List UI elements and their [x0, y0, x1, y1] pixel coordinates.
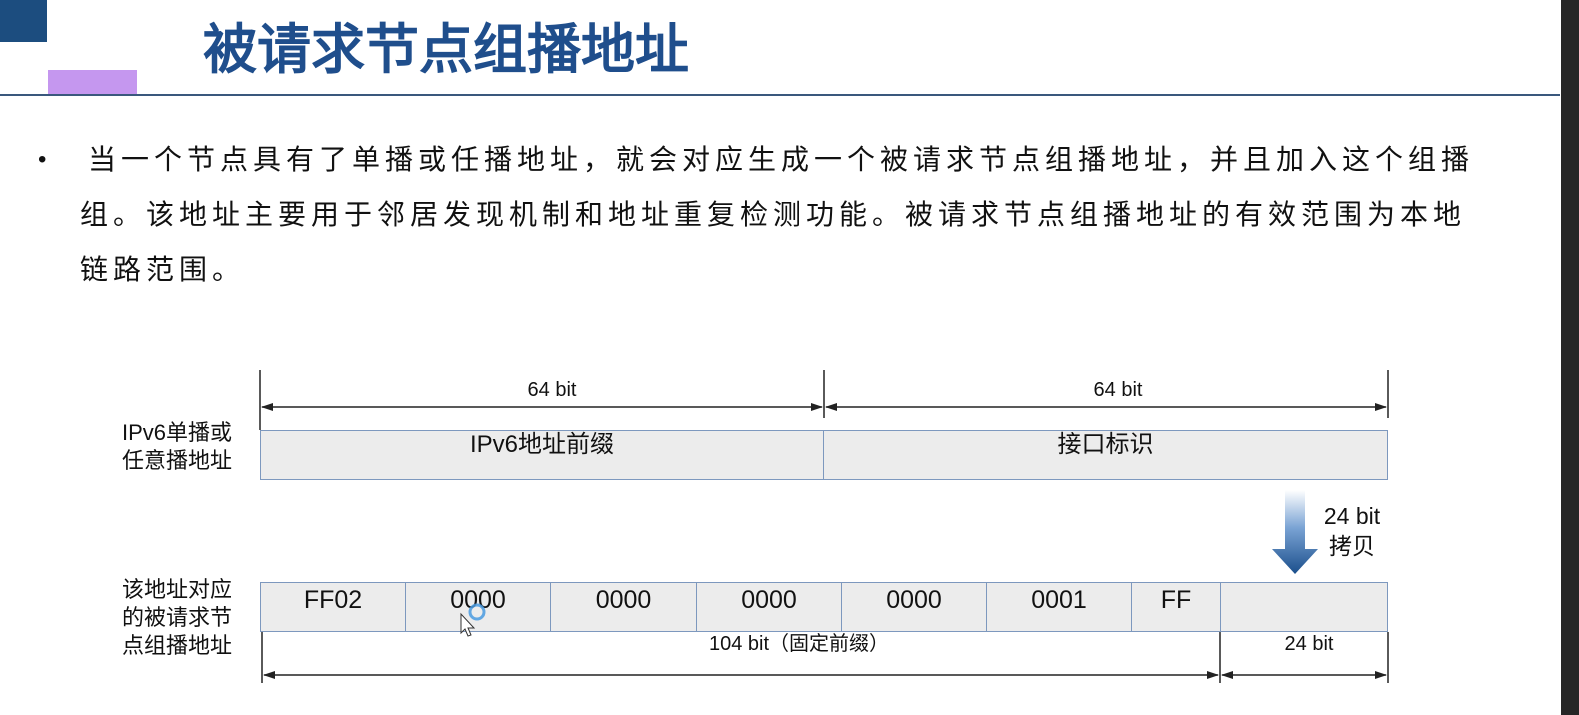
slide-accent-bar [48, 70, 137, 95]
address-field: FF02 [261, 583, 406, 631]
bullet-text-line: 组。该地址主要用于邻居发现机制和地址重复检测功能。被请求节点组播地址的有效范围为… [80, 199, 1467, 231]
slide-title: 被请求节点组播地址 [203, 18, 689, 81]
prefix-dimension-arrow [261, 403, 823, 411]
bullet-text-line: 链路范围。 [80, 254, 246, 286]
arrowhead [825, 403, 837, 411]
fixed-prefix-dimension-arrow [263, 671, 1219, 679]
interface-id-dimension-arrow [825, 403, 1387, 411]
copied-bits-dimension-arrow [1221, 671, 1387, 679]
address-field: 0000 [551, 583, 697, 631]
copy-step-label: 24 bit 拷贝 [1312, 501, 1392, 561]
ipv6-prefix-field: IPv6地址前缀 [261, 431, 824, 479]
bullet-text-line: 当一个节点具有了单播或任播地址，就会对应生成一个被请求节点组播地址，并且加入这个… [88, 144, 1475, 176]
address-field: 0000 [406, 583, 551, 631]
unicast-address-label: IPv6单播或 任意播地址 [122, 419, 232, 475]
copy-bits-text: 24 bit [1323, 503, 1381, 529]
header-divider [0, 94, 1560, 96]
address-field: FF [1132, 583, 1221, 631]
prefix-length-label: 64 bit [527, 379, 577, 401]
bullet-marker: • [38, 146, 47, 173]
arrowhead [1375, 403, 1387, 411]
arrowhead [811, 403, 823, 411]
label-line: 该地址对应 [122, 577, 233, 602]
interface-id-field: 接口标识 [1057, 431, 1154, 458]
label-line: IPv6单播或 [122, 420, 233, 445]
arrowhead [1207, 671, 1219, 679]
address-field: 0000 [697, 583, 842, 631]
arrowhead [1375, 671, 1387, 679]
interface-id-length-label: 64 bit [1093, 379, 1143, 401]
arrowhead [1221, 671, 1233, 679]
address-field: 0000 [842, 583, 987, 631]
solicited-node-address-box: FF02 0000 0000 0000 0000 0001 FF [260, 582, 1388, 632]
unicast-address-box: IPv6地址前缀 接口标识 [260, 430, 1388, 480]
copy-action-text: 拷贝 [1329, 533, 1375, 559]
solicited-node-address-label: 该地址对应 的被请求节 点组播地址 [122, 576, 232, 660]
slide-corner-square [0, 0, 47, 42]
label-line: 任意播地址 [122, 448, 233, 473]
label-line: 的被请求节 [122, 605, 233, 630]
arrowhead [263, 671, 275, 679]
arrowhead [261, 403, 273, 411]
fixed-prefix-length-label: 104 bit（固定前缀） [708, 633, 890, 655]
address-field: 0001 [987, 583, 1132, 631]
copied-bits-field [1221, 583, 1387, 631]
copied-bits-length-label: 24 bit [1284, 633, 1334, 655]
window-edge [1561, 0, 1579, 715]
label-line: 点组播地址 [122, 633, 233, 658]
